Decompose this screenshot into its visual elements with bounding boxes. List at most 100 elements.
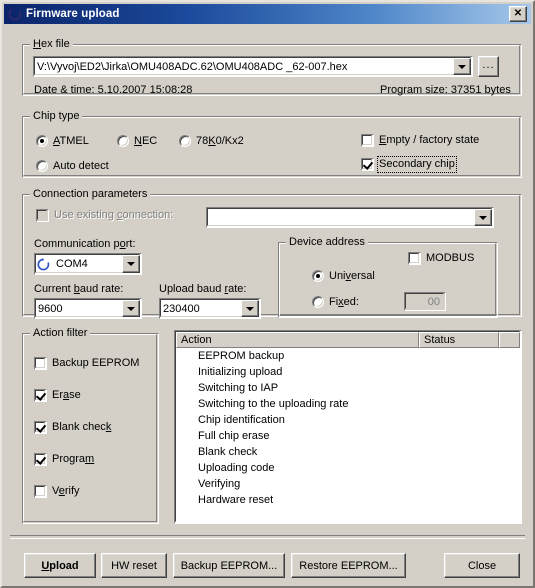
chevron-down-icon[interactable] xyxy=(122,300,140,317)
checkbox-secondary-chip-label: Secondary chip xyxy=(377,156,457,173)
checkbox-erase[interactable]: Erase xyxy=(34,389,81,402)
upload-baud-rate-value: 230400 xyxy=(163,302,200,315)
radio-auto-detect-label: Auto detect xyxy=(53,160,109,172)
radio-indicator xyxy=(117,135,129,147)
fixed-address-value: 00 xyxy=(427,295,440,308)
checkbox-modbus-label: MODBUS xyxy=(426,252,475,264)
existing-connection-value xyxy=(210,207,474,228)
column-header-status[interactable]: Status xyxy=(419,332,499,348)
checkbox-indicator xyxy=(34,453,47,466)
checkbox-verify[interactable]: Verify xyxy=(34,485,80,498)
refresh-circle-icon xyxy=(37,257,50,271)
list-item[interactable]: EEPROM backup xyxy=(176,348,520,364)
radio-nec-label: NEC xyxy=(134,135,158,147)
checkbox-indicator xyxy=(34,485,47,498)
radio-fixed[interactable]: Fixed: xyxy=(312,296,359,308)
progress-ring-icon xyxy=(7,6,23,22)
checkbox-use-existing-connection-label: Use existing connection: xyxy=(54,209,174,221)
checkbox-backup-eeprom[interactable]: Backup EEPROM xyxy=(34,357,139,370)
chevron-down-icon[interactable] xyxy=(474,209,492,226)
action-list-view[interactable]: Action Status EEPROM backup Initializing… xyxy=(174,330,522,524)
current-baud-rate-label: Current baud rate: xyxy=(34,283,124,295)
upload-button[interactable]: Upload xyxy=(24,553,96,578)
device-address-group: Device address MODBUS Universal Fixed: 0… xyxy=(278,236,498,318)
list-item[interactable]: Chip identification xyxy=(176,412,520,428)
hw-reset-button[interactable]: HW reset xyxy=(101,553,167,578)
communication-port-label: Communication port: xyxy=(34,238,136,250)
radio-universal-label: Universal xyxy=(329,270,375,282)
chip-type-group: Chip type ATMEL NEC 78K0/Kx2 Auto detect… xyxy=(22,110,522,178)
checkbox-indicator xyxy=(361,158,374,171)
list-item[interactable]: Switching to the uploading rate xyxy=(176,396,520,412)
checkbox-modbus[interactable]: MODBUS xyxy=(408,252,474,265)
radio-fixed-label: Fixed: xyxy=(329,296,359,308)
connection-group-title: Connection parameters xyxy=(30,188,151,200)
action-list-body: EEPROM backup Initializing upload Switch… xyxy=(176,348,520,522)
communication-port-combo[interactable]: COM4 xyxy=(34,253,142,275)
column-header-action[interactable]: Action xyxy=(176,332,419,348)
list-item[interactable]: Blank check xyxy=(176,444,520,460)
hex-file-path-value: V:\Vyvoj\ED2\Jirka\OMU408ADC.62\OMU408AD… xyxy=(37,60,348,73)
checkbox-blank-check[interactable]: Blank check xyxy=(34,421,111,434)
list-item[interactable]: Uploading code xyxy=(176,460,520,476)
checkbox-indicator xyxy=(36,209,49,222)
radio-atmel[interactable]: ATMEL xyxy=(36,135,89,147)
radio-indicator xyxy=(36,160,48,172)
checkbox-blank-check-label: Blank check xyxy=(52,421,112,433)
window-title: Firmware upload xyxy=(26,8,120,20)
upload-baud-rate-combo[interactable]: 230400 xyxy=(159,298,261,319)
radio-nec[interactable]: NEC xyxy=(117,135,157,147)
action-filter-group: Action filter Backup EEPROM Erase Blank … xyxy=(22,327,159,524)
radio-universal[interactable]: Universal xyxy=(312,270,375,282)
close-dialog-button[interactable]: Close xyxy=(444,553,520,578)
radio-indicator xyxy=(312,270,324,282)
checkbox-secondary-chip[interactable]: Secondary chip xyxy=(361,156,457,173)
checkbox-indicator xyxy=(34,357,47,370)
checkbox-use-existing-connection[interactable]: Use existing connection: xyxy=(36,209,173,222)
hex-file-group-title: Hex file xyxy=(30,38,73,50)
radio-atmel-label: ATMEL xyxy=(53,135,89,147)
checkbox-indicator xyxy=(34,421,47,434)
backup-eeprom-button[interactable]: Backup EEPROM... xyxy=(173,553,285,578)
chevron-down-icon[interactable] xyxy=(241,300,259,317)
checkbox-verify-label: Verify xyxy=(52,485,80,497)
device-address-group-title: Device address xyxy=(286,236,368,248)
browse-button[interactable]: ... xyxy=(478,56,499,77)
radio-indicator xyxy=(179,135,191,147)
current-baud-rate-combo[interactable]: 9600 xyxy=(34,298,142,319)
radio-78k0kx2-label: 78K0/Kx2 xyxy=(196,135,244,147)
radio-auto-detect[interactable]: Auto detect xyxy=(36,160,109,172)
upload-button-label: Upload xyxy=(41,559,79,572)
chevron-down-icon[interactable] xyxy=(122,255,140,273)
list-item[interactable]: Hardware reset xyxy=(176,492,520,508)
radio-indicator xyxy=(36,135,48,147)
title-bar[interactable]: Firmware upload ✕ xyxy=(4,4,531,24)
checkbox-indicator xyxy=(34,389,47,402)
list-item[interactable]: Full chip erase xyxy=(176,428,520,444)
close-button[interactable]: ✕ xyxy=(509,6,527,22)
list-item[interactable]: Verifying xyxy=(176,476,520,492)
hex-file-path-combo[interactable]: V:\Vyvoj\ED2\Jirka\OMU408ADC.62\OMU408AD… xyxy=(33,56,473,77)
restore-eeprom-button[interactable]: Restore EEPROM... xyxy=(291,553,406,578)
connection-parameters-group: Connection parameters Use existing conne… xyxy=(22,188,522,319)
footer-separator xyxy=(10,535,525,539)
checkbox-erase-label: Erase xyxy=(52,389,81,401)
hex-file-group: Hex file V:\Vyvoj\ED2\Jirka\OMU408ADC.62… xyxy=(22,38,522,96)
chevron-down-icon[interactable] xyxy=(453,58,471,75)
current-baud-rate-value: 9600 xyxy=(38,302,63,315)
radio-78k0kx2[interactable]: 78K0/Kx2 xyxy=(179,135,244,147)
existing-connection-combo[interactable] xyxy=(206,207,494,228)
action-filter-group-title: Action filter xyxy=(30,327,91,339)
checkbox-indicator xyxy=(361,134,374,147)
action-list-header: Action Status xyxy=(176,332,520,348)
list-item[interactable]: Switching to IAP xyxy=(176,380,520,396)
fixed-address-input[interactable]: 00 xyxy=(404,292,446,311)
list-item[interactable]: Initializing upload xyxy=(176,364,520,380)
checkbox-program[interactable]: Program xyxy=(34,453,94,466)
checkbox-indicator xyxy=(408,252,421,265)
column-header-extra[interactable] xyxy=(499,332,520,348)
checkbox-empty-factory-state[interactable]: Empty / factory state xyxy=(361,134,479,147)
upload-baud-rate-label: Upload baud rate: xyxy=(159,283,247,295)
date-time-label: Date & time: 5.10.2007 15:08:28 xyxy=(34,84,193,96)
checkbox-backup-eeprom-label: Backup EEPROM xyxy=(52,357,140,369)
